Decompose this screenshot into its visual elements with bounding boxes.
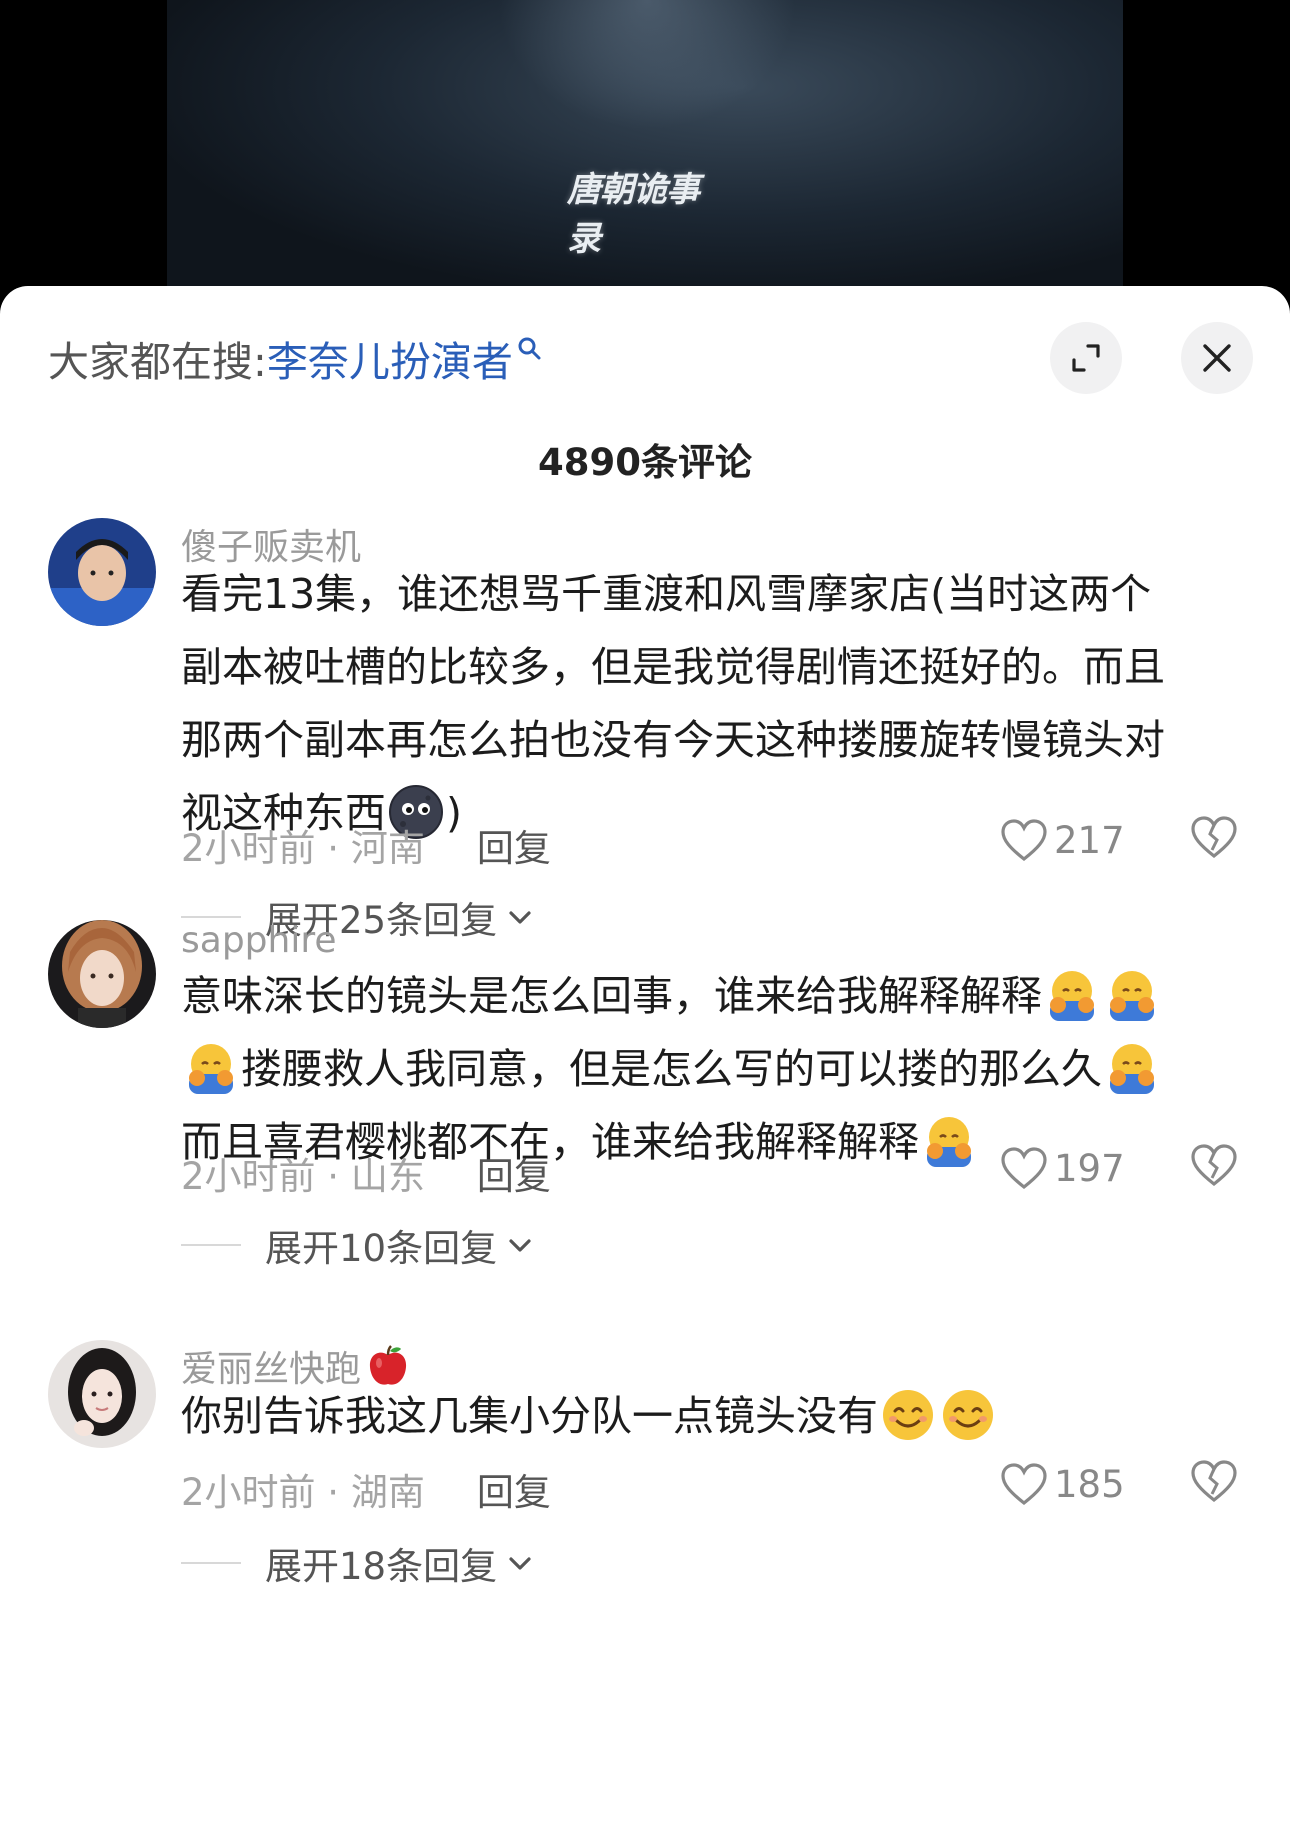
comment-line: 那两个副本再怎么拍也没有今天这种搂腰旋转慢镜头对 [181,716,1165,764]
comment-line: 副本被吐槽的比较多，但是我觉得剧情还挺好的。而且 [181,643,1165,691]
broken-heart-icon [1191,816,1237,859]
like-button[interactable]: 217 [1000,818,1125,862]
search-icon [518,337,541,360]
expand-icon [1072,344,1100,372]
video-player[interactable]: 唐朝诡事录 [0,0,1290,300]
like-count: 185 [1054,1462,1125,1506]
reply-button[interactable]: 回复 [477,1462,551,1516]
comment-line: 意味深长的镜头是怎么回事，谁来给我解释解释 [181,960,1241,1033]
hugging-face-emoji-icon [1110,1044,1154,1094]
comment-username[interactable]: sapphire [181,920,337,961]
chevron-down-icon [509,911,531,924]
reply-button[interactable]: 回复 [477,1146,551,1200]
divider-line [181,1562,241,1564]
video-logo: 唐朝诡事录 [567,170,700,259]
comment-text: 你别告诉我这几集小分队一点镜头没有 [181,1380,1241,1453]
comment-time-location: 2小时前 · 河南 [181,827,425,870]
dislike-button[interactable] [1190,1142,1238,1192]
broken-heart-icon [1191,1460,1237,1503]
hugging-face-emoji-icon [189,1044,233,1094]
comment-line: 搂腰救人我同意，但是怎么写的可以搂的那么久 [181,1033,1241,1106]
reply-button[interactable]: 回复 [477,818,551,872]
search-hint-prefix: 大家都在搜: [48,338,267,386]
hugging-face-emoji-icon [1050,971,1094,1021]
avatar[interactable] [48,1340,156,1448]
heart-icon [1001,819,1047,862]
comment-meta: 2小时前 · 湖南 回复 [181,1462,551,1516]
smiling-face-emoji-icon [883,1390,933,1440]
expand-replies-label: 展开18条回复 [265,1545,498,1588]
comment-text: 看完13集，谁还想骂千重渡和风雪摩家店(当时这两个 副本被吐槽的比较多，但是我觉… [181,558,1241,850]
expand-fullscreen-button[interactable] [1050,322,1122,394]
expand-replies-label: 展开10条回复 [265,1227,498,1270]
video-frame: 唐朝诡事录 [167,0,1123,290]
close-icon [1203,344,1231,372]
search-suggestion[interactable]: 大家都在搜: 李奈儿扮演者 [48,334,543,386]
dislike-button[interactable] [1190,1458,1238,1508]
comment-time-location: 2小时前 · 山东 [181,1155,425,1198]
smiling-face-emoji-icon [943,1390,993,1440]
expand-replies-button[interactable]: 展开10条回复 [181,1218,533,1272]
like-count: 217 [1054,818,1125,862]
hugging-face-emoji-icon [927,1117,971,1167]
like-button[interactable]: 197 [1000,1146,1125,1190]
hugging-face-emoji-icon [1110,971,1154,1021]
comment-meta: 2小时前 · 河南 回复 [181,818,551,872]
search-hint-term[interactable]: 李奈儿扮演者 [267,328,513,388]
avatar[interactable] [48,518,156,626]
chevron-down-icon [509,1239,531,1252]
like-button[interactable]: 185 [1000,1462,1125,1506]
expand-replies-button[interactable]: 展开18条回复 [181,1536,533,1590]
comment-meta: 2小时前 · 山东 回复 [181,1146,551,1200]
close-button[interactable] [1181,322,1253,394]
divider-line [181,1244,241,1246]
comment-time-location: 2小时前 · 湖南 [181,1471,425,1514]
comment-count: 4890条评论 [538,441,752,484]
chevron-down-icon [509,1557,531,1570]
heart-icon [1001,1147,1047,1190]
broken-heart-icon [1191,1144,1237,1187]
comment-line: 看完13集，谁还想骂千重渡和风雪摩家店(当时这两个 [181,570,1152,618]
avatar[interactable] [48,920,156,1028]
divider-line [181,916,241,918]
heart-icon [1001,1463,1047,1506]
comment-line: 你别告诉我这几集小分队一点镜头没有 [181,1380,1241,1453]
dislike-button[interactable] [1190,814,1238,864]
like-count: 197 [1054,1146,1125,1190]
comment-sheet: 大家都在搜: 李奈儿扮演者 4890条评论 傻子贩卖机 看完13集，谁还想骂千重… [0,286,1290,1841]
